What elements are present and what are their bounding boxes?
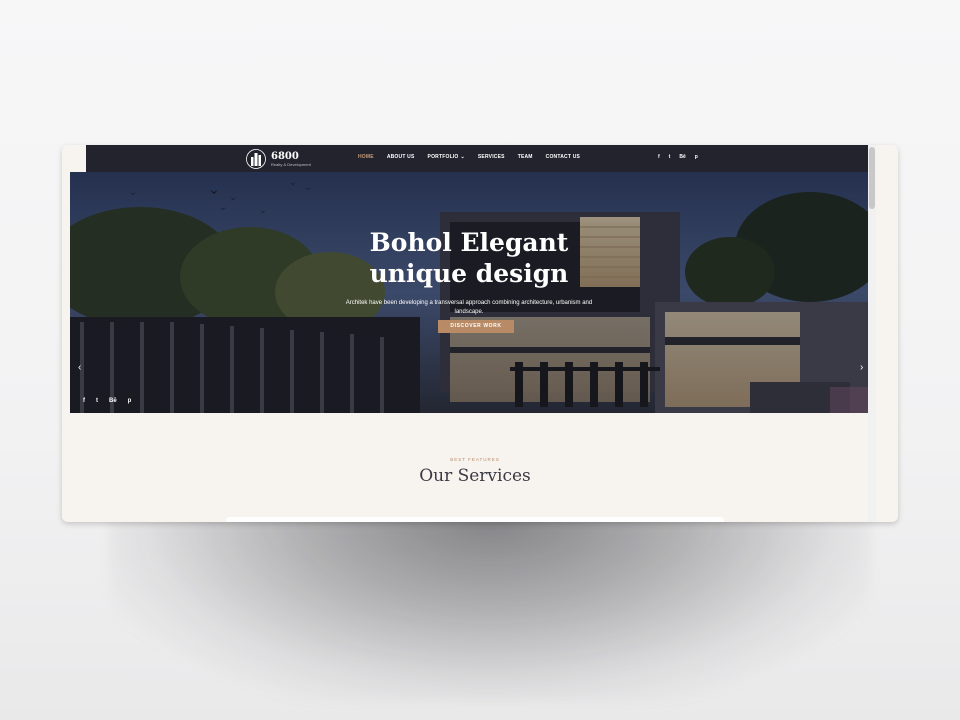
- hero-background-image: [70, 172, 868, 413]
- discover-work-button[interactable]: DISCOVER WORK: [438, 320, 514, 333]
- building-logo-icon: [246, 149, 266, 169]
- pinterest-icon[interactable]: p: [128, 398, 132, 404]
- twitter-icon[interactable]: t: [96, 398, 98, 404]
- behance-icon[interactable]: Bē: [109, 398, 117, 404]
- nav-item-portfolio[interactable]: PORTFOLIO ⌄: [428, 154, 465, 160]
- hero-title: Bohol Elegant unique design: [70, 227, 868, 289]
- facebook-icon[interactable]: f: [658, 154, 660, 160]
- hero-title-line-1: Bohol Elegant: [369, 228, 569, 257]
- website-screenshot: Bohol Elegant unique design Architek hav…: [62, 145, 898, 522]
- service-card-top-edge: [226, 517, 724, 522]
- hero-description: Architek have been developing a transver…: [345, 300, 593, 315]
- nav-item-services[interactable]: SERVICES: [478, 154, 505, 160]
- main-nav: HOME ABOUT US PORTFOLIO ⌄ SERVICES TEAM C…: [358, 154, 580, 160]
- services-eyebrow: BEST FEATURES: [450, 457, 500, 462]
- nav-item-team[interactable]: TEAM: [518, 154, 533, 160]
- services-title: Our Services: [419, 466, 531, 486]
- hero-title-line-2: unique design: [369, 259, 569, 288]
- brand-tagline: Realty & Development: [271, 161, 311, 167]
- nav-item-about[interactable]: ABOUT US: [387, 154, 415, 160]
- twitter-icon[interactable]: t: [669, 154, 671, 160]
- nav-item-portfolio-label: PORTFOLIO: [427, 154, 459, 160]
- pinterest-icon[interactable]: p: [695, 154, 698, 160]
- facebook-icon[interactable]: f: [83, 398, 85, 404]
- chevron-left-icon[interactable]: ‹: [78, 362, 81, 373]
- chevron-down-icon: ⌄: [460, 154, 465, 160]
- behance-icon[interactable]: Bē: [679, 154, 685, 160]
- brand-name: 6800: [271, 150, 299, 162]
- nav-item-home[interactable]: HOME: [358, 154, 374, 160]
- site-logo[interactable]: 6800 Realty & Development: [246, 149, 311, 169]
- nav-item-contact[interactable]: CONTACT US: [546, 154, 580, 160]
- hero-social-links: f t Bē p: [83, 398, 131, 404]
- site-header: 6800 Realty & Development HOME ABOUT US …: [86, 145, 868, 172]
- chevron-right-icon[interactable]: ›: [860, 362, 863, 373]
- header-social-links: f t Bē p: [658, 154, 698, 160]
- scrollbar-thumb[interactable]: [869, 147, 875, 209]
- scrollbar[interactable]: [868, 145, 876, 522]
- services-section: BEST FEATURES Our Services: [62, 413, 868, 522]
- hero-slider: Bohol Elegant unique design Architek hav…: [70, 172, 868, 413]
